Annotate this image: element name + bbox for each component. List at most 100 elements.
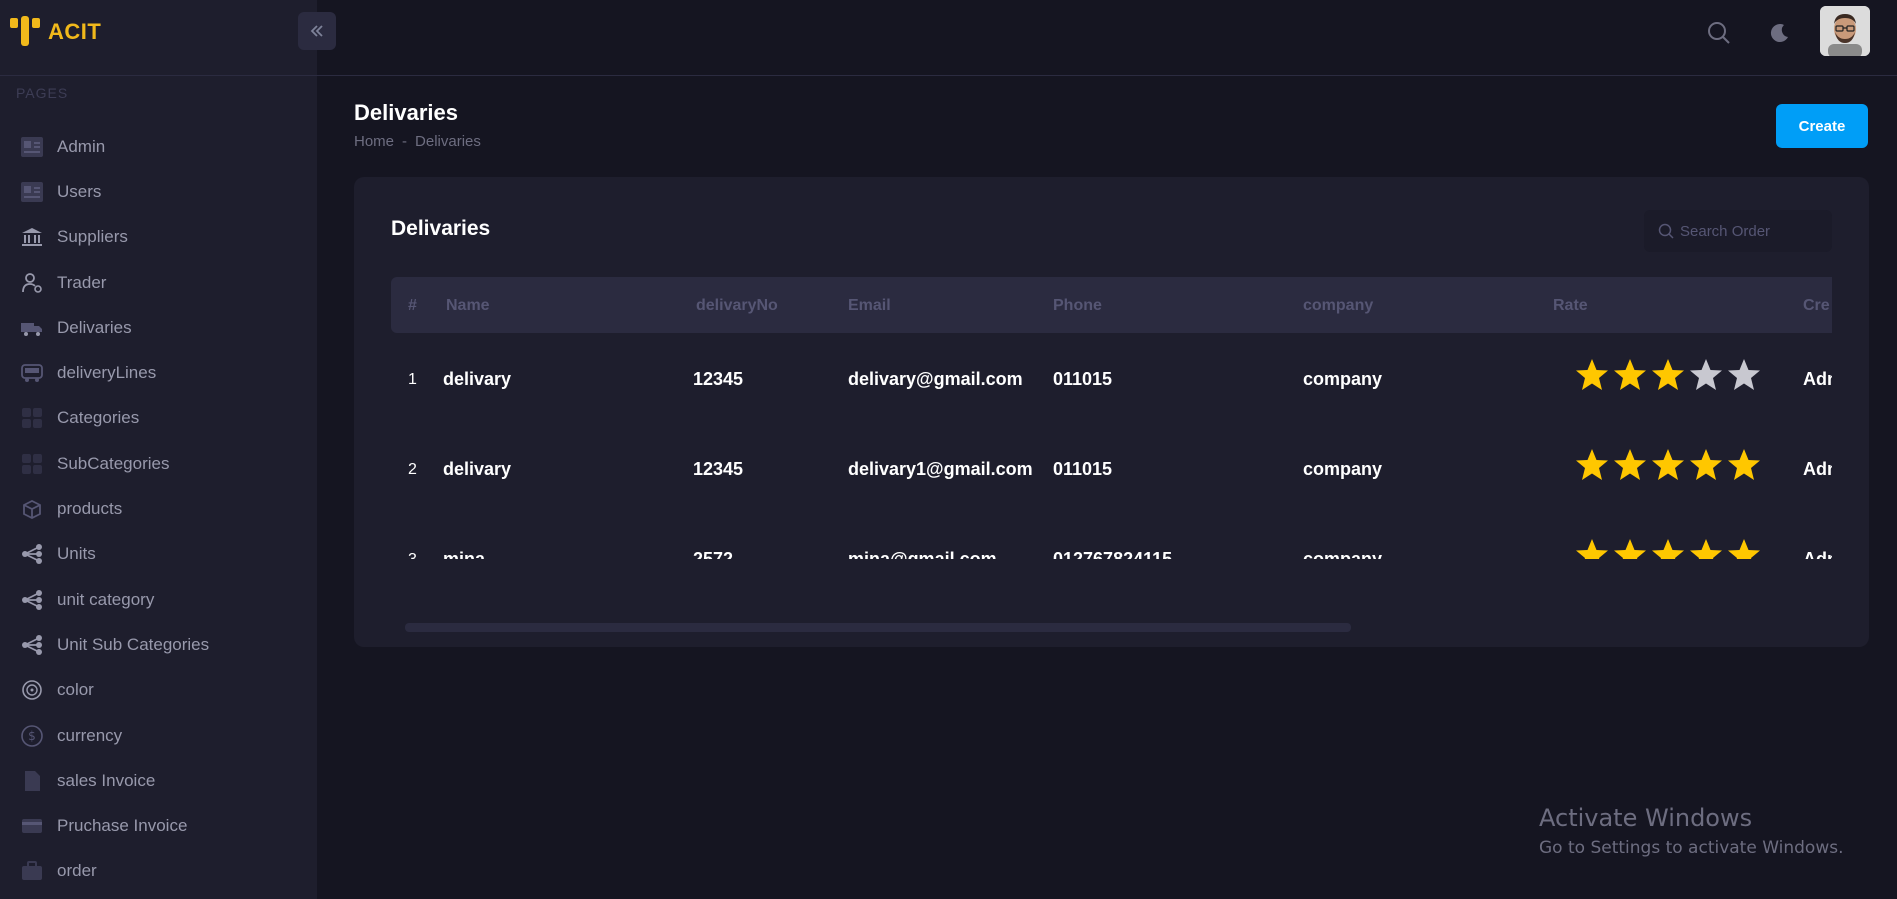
svg-text:$: $ [28, 729, 36, 743]
table-row[interactable]: 1 delivary 12345 delivary@gmail.com 011015 co… [391, 333, 1832, 423]
star-filled-icon [1690, 539, 1722, 559]
star-filled-icon [1728, 449, 1760, 480]
sidebar-item-label: Delivaries [57, 317, 132, 337]
search-icon[interactable] [1704, 18, 1734, 48]
star-filled-icon [1576, 449, 1608, 480]
breadcrumb: Home - Delivaries [354, 133, 481, 150]
hierarchy-icon [20, 588, 44, 612]
bank-icon [20, 225, 44, 249]
cell-index: 2 [408, 461, 417, 478]
cell-delivary-no: 12345 [693, 369, 744, 389]
sidebar-item-currency[interactable]: $ currency [0, 713, 317, 758]
sidebar-item-color[interactable]: color [0, 668, 317, 713]
star-empty-icon [1728, 359, 1760, 390]
sidebar-item-products[interactable]: products [0, 486, 317, 531]
sidebar-item-units[interactable]: Units [0, 532, 317, 577]
star-filled-icon [1690, 449, 1722, 480]
sidebar-item-label: deliveryLines [57, 363, 157, 383]
cell-email: delivary1@gmail.com [848, 459, 1033, 479]
column-header-email[interactable]: Email [848, 297, 891, 315]
hierarchy-icon [20, 542, 44, 566]
sidebar-item-delivaries[interactable]: Delivaries [0, 305, 317, 350]
sidebar-header: ACIT [0, 0, 317, 76]
document-icon [20, 769, 44, 793]
watermark-title: Activate Windows [1539, 804, 1753, 832]
star-empty-icon [1690, 359, 1722, 390]
credit-card-icon [20, 814, 44, 838]
topbar [317, 0, 1897, 76]
cell-created: Adn [1803, 549, 1832, 559]
boxes-icon [20, 497, 44, 521]
column-header-name[interactable]: Name [446, 297, 490, 315]
rating-stars [1574, 537, 1762, 559]
briefcase-icon [20, 859, 44, 883]
sidebar-item-admin[interactable]: Admin [0, 124, 317, 169]
column-header-created[interactable]: Cre [1803, 297, 1830, 315]
sidebar-item-label: Admin [57, 136, 106, 156]
sidebar-menu: Admin Users Suppliers Trader Delivaries deliv… [0, 124, 317, 894]
sidebar-item-label: Trader [57, 272, 107, 292]
moon-icon[interactable] [1765, 18, 1795, 48]
cell-name: delivary [443, 369, 512, 389]
star-filled-icon [1652, 449, 1684, 480]
create-button[interactable]: Create [1776, 104, 1868, 148]
cell-created: Adn [1803, 369, 1832, 389]
column-header-phone[interactable]: Phone [1053, 297, 1102, 315]
rating-stars [1574, 447, 1762, 483]
sidebar-item-order[interactable]: order [0, 849, 317, 894]
sidebar-item-label: products [57, 499, 123, 519]
sidebar-item-suppliers[interactable]: Suppliers [0, 215, 317, 260]
sidebar-item-unit-sub-categories[interactable]: Unit Sub Categories [0, 622, 317, 667]
horizontal-scrollbar-thumb[interactable] [405, 623, 1351, 632]
cell-index: 3 [408, 551, 417, 559]
column-header-delivary-no[interactable]: delivaryNo [696, 297, 778, 315]
breadcrumb-separator: - [402, 133, 408, 150]
palette-icon [20, 678, 44, 702]
sidebar: ACIT PAGES Admin Users Suppliers Trader Deli… [0, 0, 317, 899]
rating-stars [1574, 357, 1762, 393]
double-chevron-left-icon [310, 25, 323, 37]
column-header-company[interactable]: company [1303, 297, 1373, 315]
star-filled-icon [1614, 539, 1646, 559]
column-header-rate[interactable]: Rate [1553, 297, 1588, 315]
sidebar-item-unit-category[interactable]: unit category [0, 577, 317, 622]
watermark-subtitle: Go to Settings to activate Windows. [1539, 838, 1844, 858]
cell-name: delivary [443, 459, 512, 479]
breadcrumb-home[interactable]: Home [354, 133, 394, 150]
sidebar-item-trader[interactable]: Trader [0, 260, 317, 305]
logo[interactable]: ACIT [8, 14, 101, 50]
grid-icon [20, 452, 44, 476]
sidebar-item-users[interactable]: Users [0, 169, 317, 214]
user-gear-icon [20, 271, 44, 295]
cell-created: Adn [1803, 459, 1832, 479]
table-row[interactable]: 3 mina 2572 mina@gmail.com 012767824115 compa… [391, 513, 1832, 559]
star-filled-icon [1652, 359, 1684, 390]
user-avatar[interactable] [1820, 6, 1870, 56]
truck-icon [20, 316, 44, 340]
cell-company: company [1303, 369, 1383, 389]
sidebar-item-label: Pruchase Invoice [57, 816, 188, 836]
logo-text: ACIT [48, 19, 102, 44]
cell-company: company [1303, 459, 1383, 479]
sidebar-item-label: sales Invoice [57, 770, 156, 790]
search-input[interactable] [1680, 222, 1830, 240]
sidebar-item-subcategories[interactable]: SubCategories [0, 441, 317, 486]
cell-name: mina [443, 549, 486, 559]
sidebar-item-sales-invoice[interactable]: sales Invoice [0, 758, 317, 803]
cell-delivary-no: 12345 [693, 459, 744, 479]
sidebar-item-deliverylines[interactable]: deliveryLines [0, 350, 317, 395]
card-title: Delivaries [391, 217, 491, 240]
breadcrumb-current: Delivaries [415, 133, 481, 150]
sidebar-item-categories[interactable]: Categories [0, 396, 317, 441]
id-card-icon [20, 180, 44, 204]
delivaries-card: Delivaries # Name delivaryNo Email Phone… [354, 177, 1869, 647]
column-header-index[interactable]: # [408, 297, 417, 315]
dollar-circle-icon: $ [20, 724, 44, 748]
avatar-image [1820, 6, 1870, 56]
cell-phone: 011015 [1053, 459, 1113, 479]
search-box [1644, 210, 1832, 252]
sidebar-item-pruchase-invoice[interactable]: Pruchase Invoice [0, 803, 317, 848]
table-row[interactable]: 2 delivary 12345 delivary1@gmail.com 011015 c… [391, 423, 1832, 513]
bus-icon [20, 361, 44, 385]
sidebar-collapse-button[interactable] [298, 12, 336, 50]
